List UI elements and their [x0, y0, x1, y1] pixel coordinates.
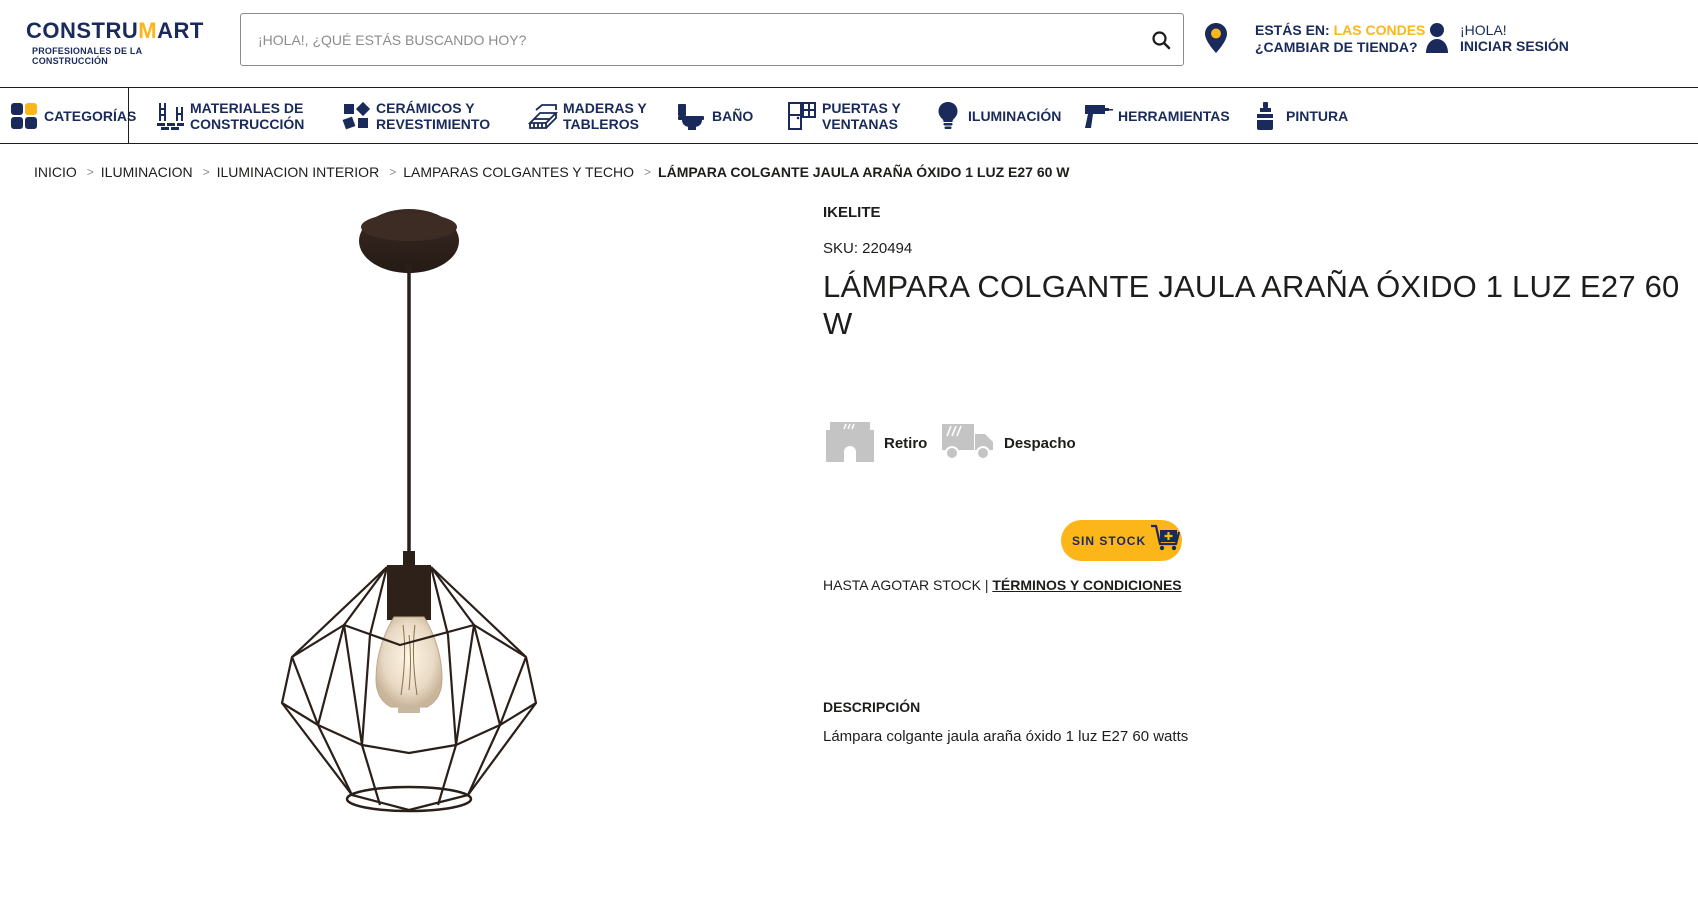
sin-stock-button[interactable]: SIN STOCK	[1061, 520, 1182, 561]
site-header: CONSTRUMART PROFESIONALES DE LA CONSTRUC…	[0, 0, 1698, 88]
nav-label: MADERAS Y TABLEROS	[563, 99, 647, 132]
nav-label: BAÑO	[712, 107, 754, 124]
nav-label: HERRAMIENTAS	[1118, 107, 1230, 124]
store-selector[interactable]: ESTÁS EN: LAS CONDES ¿CAMBIAR DE TIENDA?	[1255, 22, 1425, 56]
user-greeting: ¡HOLA!	[1460, 22, 1507, 38]
wood-planks-icon	[527, 100, 559, 132]
change-store-link[interactable]: ¿CAMBIAR DE TIENDA?	[1255, 39, 1425, 56]
logo-tagline: PROFESIONALES DE LA CONSTRUCCIÓN	[32, 46, 142, 66]
nav-herramientas[interactable]: HERRAMIENTAS	[1082, 88, 1230, 143]
search-bar	[240, 13, 1184, 66]
delivery-truck-icon	[942, 420, 994, 467]
nav-pintura[interactable]: PINTURA	[1250, 88, 1348, 143]
nav-bano[interactable]: BAÑO	[676, 88, 753, 143]
tiles-icon	[340, 100, 372, 132]
nav-maderas[interactable]: MADERAS Y TABLEROS	[527, 88, 647, 143]
cart-plus-icon	[1150, 524, 1181, 557]
product-title: LÁMPARA COLGANTE JAULA ARAÑA ÓXIDO 1 LUZ…	[823, 269, 1680, 341]
breadcrumb-current: LÁMPARA COLGANTE JAULA ARAÑA ÓXIDO 1 LUZ…	[658, 164, 1070, 180]
chevron-right-icon: >	[389, 165, 397, 179]
chevron-right-icon: >	[86, 165, 94, 179]
logo-wordmark: CONSTRUMART	[26, 18, 204, 43]
nav-categorias[interactable]: CATEGORÍAS	[8, 88, 136, 143]
search-icon[interactable]	[1143, 22, 1179, 58]
nav-label: PUERTAS Y VENTANAS	[822, 99, 901, 132]
product-brand[interactable]: IKELITE	[823, 204, 881, 221]
user-icon[interactable]	[1424, 22, 1450, 54]
nav-label: ILUMINACIÓN	[968, 107, 1062, 124]
location-prefix: ESTÁS EN:	[1255, 22, 1330, 38]
chevron-right-icon: >	[202, 165, 210, 179]
nav-puertas[interactable]: PUERTAS Y VENTANAS	[786, 88, 901, 143]
terms-link[interactable]: TÉRMINOS Y CONDICIONES	[992, 577, 1181, 593]
nav-materiales[interactable]: MATERIALES DE CONSTRUCCIÓN	[154, 88, 304, 143]
logo[interactable]: CONSTRUMART PROFESIONALES DE LA CONSTRUC…	[26, 18, 216, 67]
nav-iluminacion[interactable]: ILUMINACIÓN	[932, 88, 1061, 143]
breadcrumb: INICIO > ILUMINACION > ILUMINACION INTER…	[34, 163, 1070, 181]
terms-prefix: HASTA AGOTAR STOCK |	[823, 577, 989, 593]
drill-icon	[1082, 100, 1114, 132]
login-link[interactable]: ¡HOLA! INICIAR SESIÓN	[1460, 22, 1569, 54]
store-pickup-icon	[826, 420, 874, 467]
category-nav: CATEGORÍAS MATERIALES DE CONSTRUCCIÓN CER…	[0, 88, 1698, 144]
delivery-label: Despacho	[1004, 434, 1076, 452]
description-text: Lámpara colgante jaula araña óxido 1 luz…	[823, 728, 1189, 745]
nav-label: MATERIALES DE CONSTRUCCIÓN	[190, 99, 305, 132]
breadcrumb-lamparas-colgantes[interactable]: LAMPARAS COLGANTES Y TECHO	[403, 164, 634, 180]
product-sku: SKU: 220494	[823, 240, 913, 257]
delivery-option[interactable]: Despacho	[942, 420, 1076, 466]
current-store: LAS CONDES	[1333, 22, 1426, 38]
search-input[interactable]	[241, 14, 1143, 65]
pickup-option[interactable]: Retiro	[826, 420, 927, 466]
product-image[interactable]	[100, 205, 720, 825]
breadcrumb-iluminacion-interior[interactable]: ILUMINACION INTERIOR	[217, 164, 380, 180]
nav-divider	[128, 88, 129, 143]
door-window-icon	[786, 100, 818, 132]
location-pin-icon[interactable]	[1203, 22, 1229, 54]
breadcrumb-inicio[interactable]: INICIO	[34, 164, 77, 180]
nav-label: CERÁMICOS Y REVESTIMIENTO	[376, 99, 491, 132]
toilet-icon	[676, 100, 708, 132]
stock-terms: HASTA AGOTAR STOCK | TÉRMINOS Y CONDICIO…	[823, 577, 1182, 593]
description-heading: DESCRIPCIÓN	[823, 699, 921, 715]
light-bulb-icon	[932, 100, 964, 132]
nav-label: CATEGORÍAS	[44, 107, 137, 124]
stock-label: SIN STOCK	[1072, 533, 1147, 548]
nav-label: PINTURA	[1286, 107, 1349, 124]
chevron-right-icon: >	[644, 165, 652, 179]
categories-grid-icon	[8, 100, 40, 132]
paint-can-icon	[1250, 100, 1282, 132]
breadcrumb-iluminacion[interactable]: ILUMINACION	[101, 164, 193, 180]
nav-ceramicos[interactable]: CERÁMICOS Y REVESTIMIENTO	[340, 88, 490, 143]
brick-wall-icon	[154, 100, 186, 132]
login-label: INICIAR SESIÓN	[1460, 38, 1569, 54]
pickup-label: Retiro	[884, 434, 928, 452]
